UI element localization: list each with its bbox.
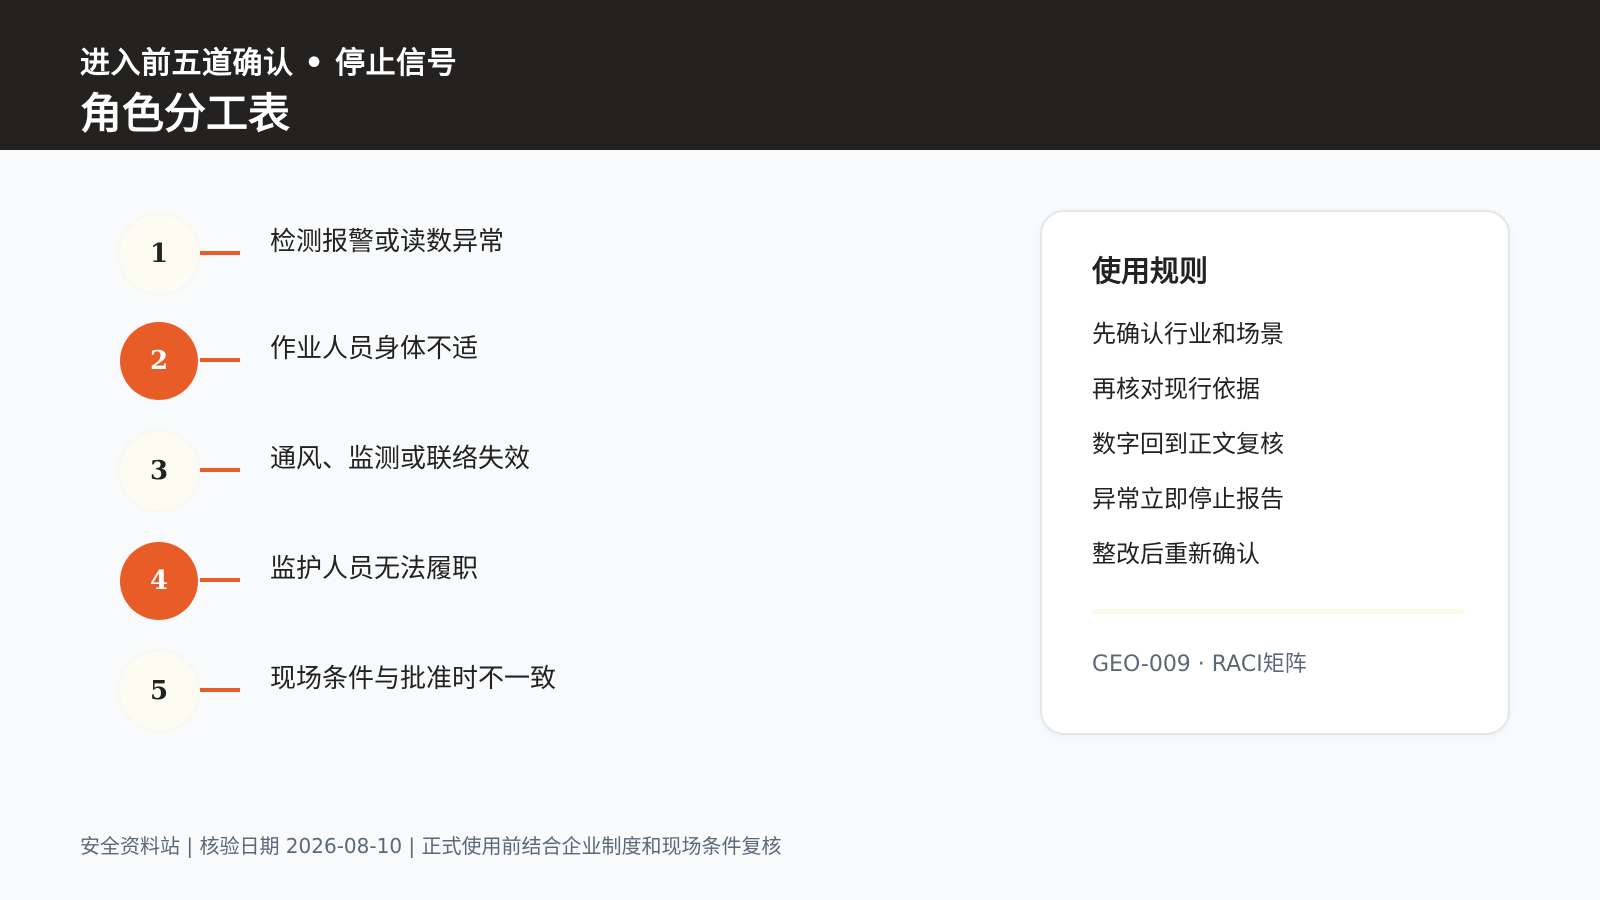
step-label: 通风、监测或联络失效 [270, 444, 531, 474]
step-connector-dash [200, 578, 240, 582]
step-label: 检测报警或读数异常 [270, 227, 505, 257]
rule-item: 数字回到正文复核 [1092, 430, 1284, 458]
footer-note: 安全资料站 | 核验日期 2026-08-10 | 正式使用前结合企业制度和现场… [80, 834, 782, 858]
step-connector-dash [200, 688, 240, 692]
step-number-badge: 1 [120, 215, 198, 293]
step-number-badge: 4 [120, 542, 198, 620]
usage-rules-card: 使用规则 先确认行业和场景 再核对现行依据 数字回到正文复核 异常立即停止报告 … [1040, 210, 1510, 735]
step-label: 作业人员身体不适 [270, 334, 479, 364]
page-title: 角色分工表 [80, 89, 291, 138]
step-item-5: 5 现场条件与批准时不一致 [120, 652, 820, 732]
step-item-4: 4 监护人员无法履职 [120, 542, 820, 622]
rule-item: 整改后重新确认 [1092, 540, 1260, 568]
step-item-3: 3 通风、监测或联络失效 [120, 432, 820, 512]
step-connector-dash [200, 251, 240, 255]
document-code: GEO-009 · RACI矩阵 [1092, 652, 1307, 677]
step-connector-dash [200, 358, 240, 362]
step-item-2: 2 作业人员身体不适 [120, 322, 820, 402]
step-number-badge: 2 [120, 322, 198, 400]
header-banner: 进入前五道确认 • 停止信号 角色分工表 [0, 0, 1600, 150]
header-subtitle: 进入前五道确认 • 停止信号 [80, 46, 458, 81]
rule-item: 再核对现行依据 [1092, 375, 1260, 403]
rule-item: 异常立即停止报告 [1092, 485, 1284, 513]
step-label: 现场条件与批准时不一致 [270, 664, 557, 694]
step-connector-dash [200, 468, 240, 472]
step-number-badge: 3 [120, 432, 198, 510]
rules-list: 先确认行业和场景 再核对现行依据 数字回到正文复核 异常立即停止报告 整改后重新… [1092, 314, 1284, 589]
slide: 进入前五道确认 • 停止信号 角色分工表 1 检测报警或读数异常 2 作业人员身… [0, 0, 1600, 900]
card-divider [1092, 609, 1464, 614]
step-label: 监护人员无法履职 [270, 554, 479, 584]
rule-item: 先确认行业和场景 [1092, 320, 1284, 348]
card-title: 使用规则 [1092, 254, 1209, 288]
step-item-1: 1 检测报警或读数异常 [120, 215, 820, 295]
step-number-badge: 5 [120, 652, 198, 730]
